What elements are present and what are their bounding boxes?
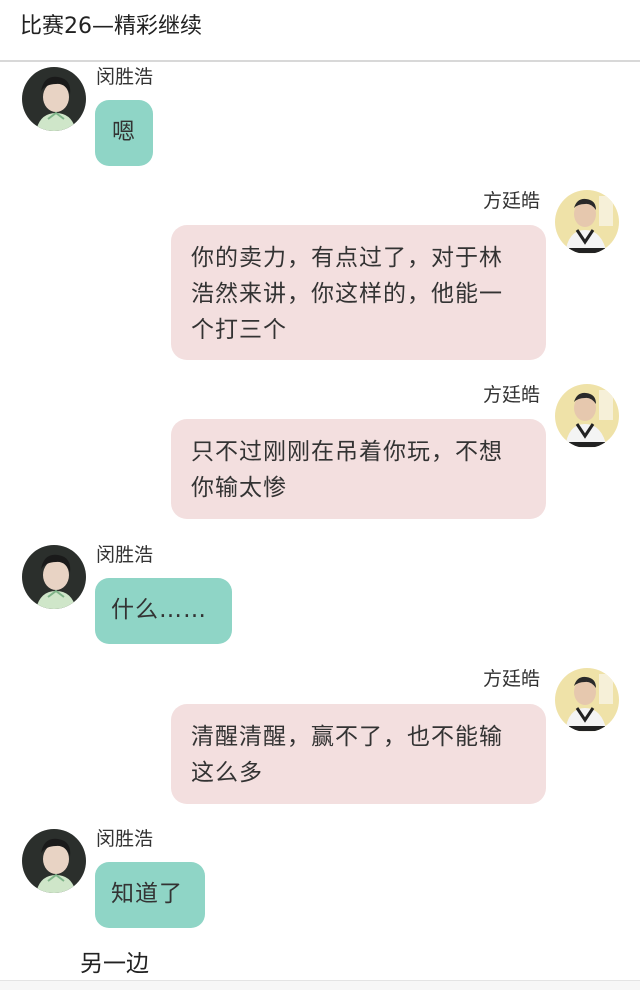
message-bubble[interactable]: 知道了 xyxy=(95,862,205,928)
avatar-fang-tinghao[interactable] xyxy=(555,190,619,254)
avatar-min-shenghao[interactable] xyxy=(22,829,86,893)
sender-name: 方廷皓 xyxy=(483,668,541,690)
message-bubble[interactable]: 只不过刚刚在吊着你玩，不想你输太惨 xyxy=(171,419,546,519)
avatar-fang-tinghao[interactable] xyxy=(555,384,619,448)
avatar-fang-tinghao[interactable] xyxy=(555,668,619,732)
chat-header: 比赛26—精彩继续 xyxy=(0,0,640,62)
portrait-icon xyxy=(22,545,86,609)
message-bubble[interactable]: 嗯 xyxy=(95,100,153,166)
avatar-min-shenghao[interactable] xyxy=(22,67,86,131)
portrait-icon xyxy=(555,384,619,448)
sender-name: 方廷皓 xyxy=(483,384,541,406)
message-bubble[interactable]: 清醒清醒，赢不了，也不能输这么多 xyxy=(171,704,546,804)
sender-name: 闵胜浩 xyxy=(96,66,154,88)
sender-name: 方廷皓 xyxy=(483,190,541,212)
message-bubble[interactable]: 你的卖力，有点过了，对于林浩然来讲，你这样的，他能一个打三个 xyxy=(171,225,546,360)
portrait-icon xyxy=(555,668,619,732)
message-bubble[interactable]: 什么…… xyxy=(95,578,232,644)
sender-name: 闵胜浩 xyxy=(96,544,154,566)
page-title: 比赛26—精彩继续 xyxy=(20,14,202,39)
portrait-icon xyxy=(555,190,619,254)
portrait-icon xyxy=(22,829,86,893)
avatar-min-shenghao[interactable] xyxy=(22,545,86,609)
portrait-icon xyxy=(22,67,86,131)
scene-note: 另一边 xyxy=(80,951,149,977)
sender-name: 闵胜浩 xyxy=(96,828,154,850)
